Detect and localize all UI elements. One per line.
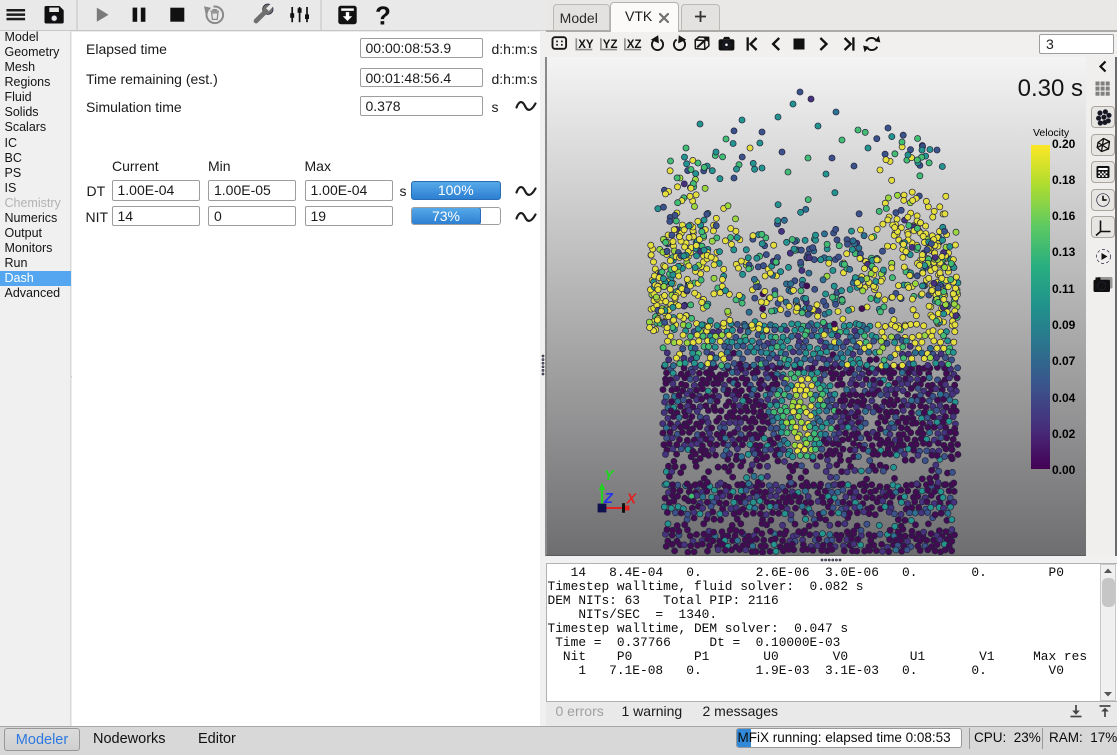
svg-text:X: X <box>626 492 638 508</box>
svg-text:Y: Y <box>604 468 615 484</box>
svg-text:Z: Z <box>603 491 614 507</box>
svg-text:?: ? <box>375 1 391 31</box>
